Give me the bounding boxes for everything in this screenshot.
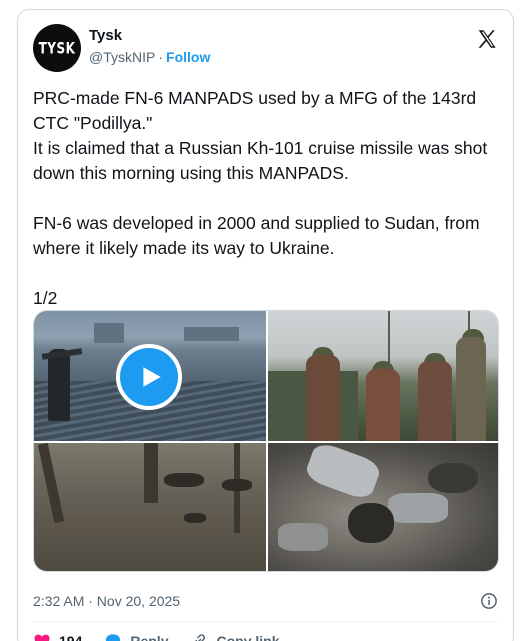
author-handle[interactable]: @TyskNIP [89,49,155,65]
wreckage-fragment [303,443,383,502]
soldier-figure [306,355,340,441]
timestamp-row: 2:32 AM · Nov 20, 2025 [33,590,498,612]
avatar[interactable]: TYSK [33,24,81,72]
play-button[interactable] [116,344,182,410]
separator-dot: · [158,49,164,65]
forest-debris-photo[interactable] [34,443,266,571]
soldier-silhouette [48,349,70,421]
tweet-text: PRC-made FN-6 MANPADS used by a MFG of t… [33,88,488,308]
reply-button[interactable]: Reply [104,632,168,641]
like-button[interactable]: 194 [33,632,82,641]
heart-icon [34,634,50,641]
play-icon [143,367,161,387]
soldier-figure [366,369,400,441]
action-bar: 194 Reply Copy link [33,630,302,641]
copy-link-label: Copy link [216,633,280,641]
tree-trunk [144,443,158,503]
reply-bubble-icon [106,634,121,641]
debris-piece [164,473,204,487]
missile-wreckage-photo[interactable] [268,443,498,571]
scorched-area [348,503,394,543]
video-thumbnail[interactable] [34,311,266,441]
tweet-card: TYSK Tysk @TyskNIP · Follow PRC-made FN-6 … [17,9,514,641]
soldier-figure [418,361,452,441]
copy-link-button[interactable]: Copy link [190,632,280,641]
background-building [184,327,239,341]
reply-label: Reply [130,633,169,641]
divider [33,621,498,622]
wreckage-fragment [278,523,328,551]
handle-row: @TyskNIP · Follow [89,48,210,66]
author-names: Tysk @TyskNIP · Follow [89,27,210,66]
x-logo-icon[interactable] [476,28,498,50]
wreckage-fragment [388,493,448,523]
media-grid [33,310,499,572]
background-building [94,323,124,343]
follow-button[interactable]: Follow [166,49,210,65]
like-count: 194 [59,633,83,641]
soldiers-photo[interactable] [268,311,498,441]
author-display-name[interactable]: Tysk [89,27,210,45]
avatar-logo-text: TYSK [38,38,76,58]
info-icon[interactable] [480,592,498,610]
soldier-figure [456,337,486,441]
debris-piece [184,513,206,523]
tweet-timestamp[interactable]: 2:32 AM · Nov 20, 2025 [33,593,180,609]
tree-trunk [37,443,65,524]
tweet-header: TYSK Tysk @TyskNIP · Follow [33,24,498,72]
link-icon [195,634,206,641]
scorched-area [428,463,478,493]
debris-piece [222,479,252,491]
